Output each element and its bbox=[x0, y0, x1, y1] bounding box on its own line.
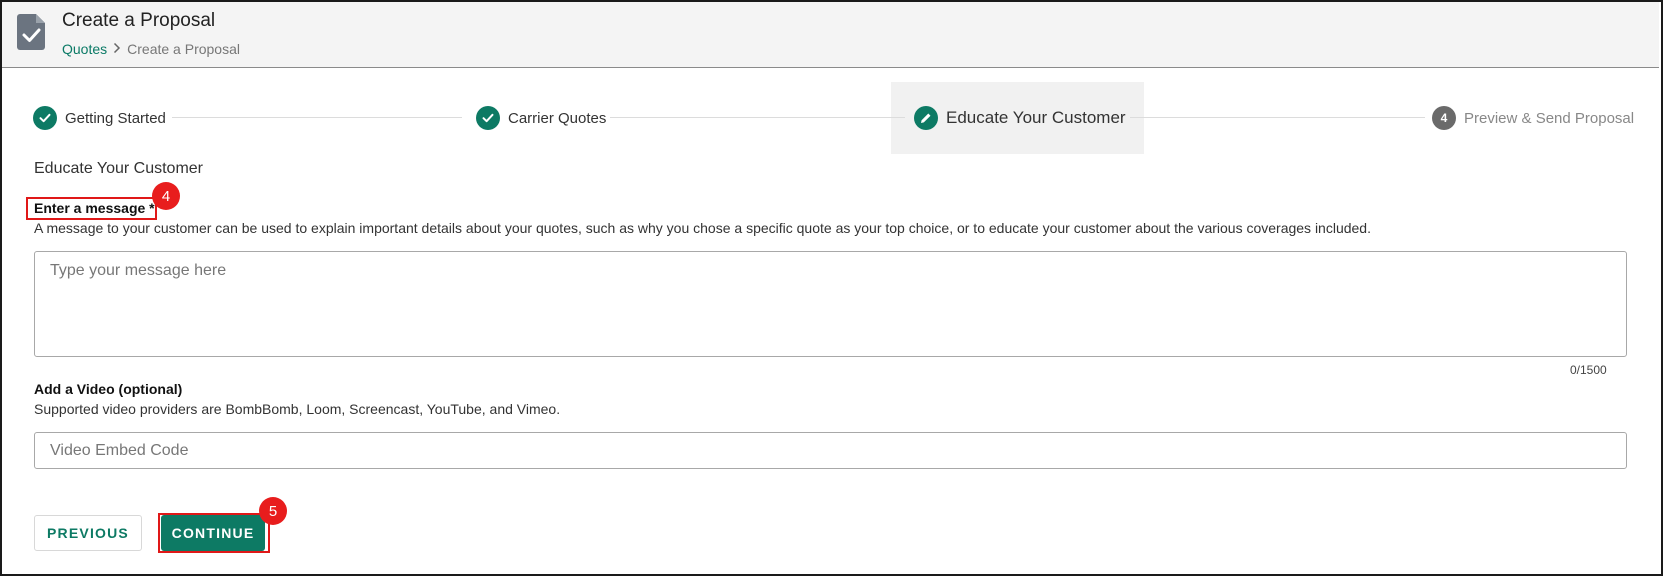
video-embed-input[interactable] bbox=[34, 432, 1627, 469]
step-carrier-quotes[interactable]: Carrier Quotes bbox=[476, 106, 606, 130]
continue-button[interactable]: CONTINUE bbox=[161, 515, 265, 551]
step-number-badge: 4 bbox=[1432, 106, 1456, 130]
step-label: Carrier Quotes bbox=[508, 109, 607, 127]
pencil-icon bbox=[914, 106, 938, 130]
document-check-icon bbox=[17, 14, 45, 50]
page-title: Create a Proposal bbox=[62, 10, 216, 31]
chevron-right-icon bbox=[113, 41, 121, 57]
step-connector bbox=[610, 117, 905, 118]
breadcrumb-current: Create a Proposal bbox=[127, 41, 240, 57]
message-textarea[interactable] bbox=[34, 251, 1627, 357]
progress-stepper: Getting Started Carrier Quotes Educate Y… bbox=[0, 82, 1663, 154]
video-help-text: Supported video providers are BombBomb, … bbox=[34, 401, 561, 417]
check-icon bbox=[476, 106, 500, 130]
annotation-highlight-message bbox=[26, 197, 157, 220]
step-label: Getting Started bbox=[65, 109, 166, 127]
character-count: 0/1500 bbox=[1570, 363, 1607, 377]
annotation-badge-4: 4 bbox=[152, 182, 180, 210]
step-getting-started[interactable]: Getting Started bbox=[33, 106, 166, 130]
step-preview-send-proposal[interactable]: 4 Preview & Send Proposal bbox=[1432, 106, 1634, 130]
step-connector bbox=[172, 117, 462, 118]
step-educate-your-customer[interactable]: Educate Your Customer bbox=[914, 106, 1126, 130]
section-title: Educate Your Customer bbox=[34, 160, 203, 177]
annotation-badge-5: 5 bbox=[259, 497, 287, 525]
step-label: Preview & Send Proposal bbox=[1464, 109, 1635, 127]
step-label: Educate Your Customer bbox=[946, 108, 1126, 127]
step-connector bbox=[1130, 117, 1425, 118]
breadcrumb-link-quotes[interactable]: Quotes bbox=[62, 41, 107, 57]
breadcrumb: Quotes Create a Proposal bbox=[62, 41, 240, 57]
message-help-text: A message to your customer can be used t… bbox=[34, 220, 1371, 236]
check-icon bbox=[33, 106, 57, 130]
video-field-label: Add a Video (optional) bbox=[34, 381, 183, 397]
page-header: Create a Proposal Quotes Create a Propos… bbox=[2, 2, 1659, 68]
previous-button[interactable]: PREVIOUS bbox=[34, 515, 142, 551]
